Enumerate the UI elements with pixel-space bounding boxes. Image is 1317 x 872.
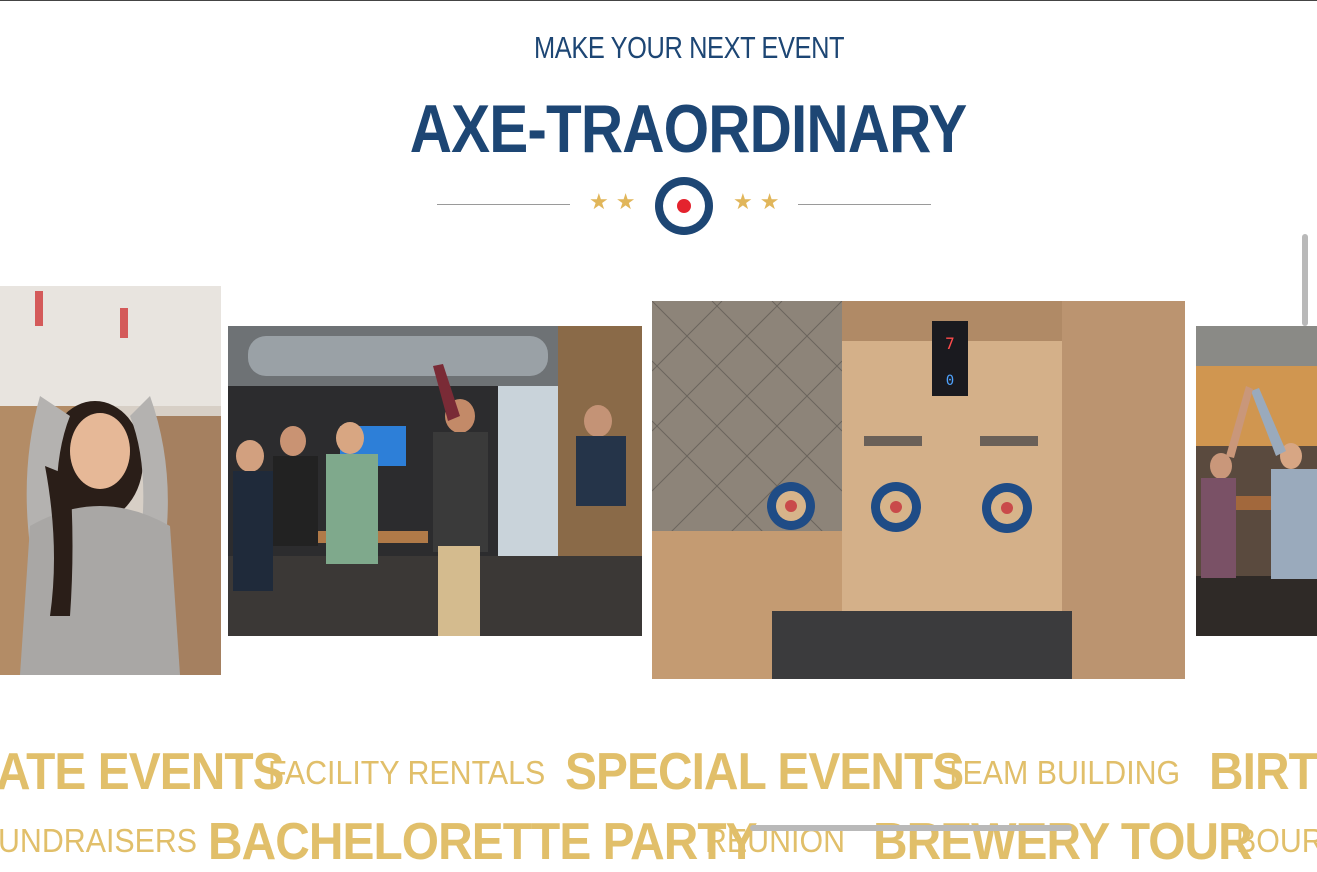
- gallery-image-lanes[interactable]: 7 0: [652, 301, 1185, 679]
- ticker-item: BOUR: [1236, 822, 1317, 859]
- target-2-icon: [871, 482, 921, 532]
- stars-left-icon: ★ ★: [589, 190, 636, 215]
- ticker-item: ATE EVENTS: [0, 743, 285, 801]
- target-icon: [655, 177, 713, 235]
- vertical-scrollbar[interactable]: [1302, 234, 1308, 326]
- section-heading: AXE-TRAORDINARY: [409, 91, 968, 167]
- divider-line-right: [798, 204, 931, 205]
- top-border: [0, 0, 1317, 1]
- divider-line-left: [437, 204, 570, 205]
- section-subheading: MAKE YOUR NEXT EVENT: [534, 30, 845, 65]
- gallery-image-group[interactable]: [228, 326, 642, 636]
- ticker-item: FACILITY RENTALS: [268, 754, 546, 791]
- ticker-item: UNDRAISERS: [0, 822, 198, 859]
- ticker-item: TEAM BUILDING: [944, 754, 1181, 791]
- ticker-item: BACHELORETTE PARTY: [208, 813, 758, 871]
- scoreboard-top-text: 7: [945, 334, 955, 353]
- ticker-item: BIRTI: [1209, 743, 1317, 801]
- ticker-item: BREWERY TOUR: [873, 813, 1253, 871]
- target-1-icon: [767, 482, 815, 530]
- target-3-icon: [982, 483, 1032, 533]
- horizontal-scrollbar[interactable]: [750, 825, 1072, 831]
- decorative-divider: ★ ★ ★ ★: [437, 176, 931, 236]
- ticker-item: SPECIAL EVENTS: [565, 743, 964, 801]
- gallery-image-woman[interactable]: [0, 286, 221, 675]
- stars-right-icon: ★ ★: [733, 190, 780, 215]
- gallery-image-cheering[interactable]: [1196, 326, 1317, 636]
- scoreboard-bottom-text: 0: [946, 373, 954, 389]
